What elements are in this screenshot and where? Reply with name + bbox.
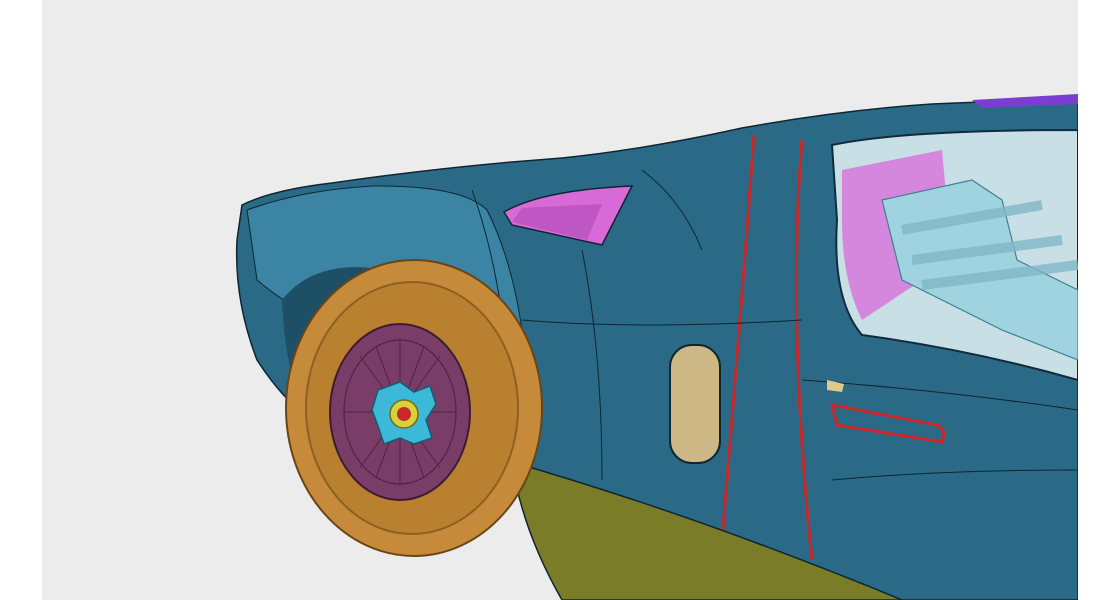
cad-viewport[interactable]	[42, 0, 1078, 600]
car-render	[235, 94, 1078, 600]
page-margin	[0, 0, 1120, 600]
hub-spinner	[371, 381, 437, 445]
side-lamp	[669, 344, 721, 464]
